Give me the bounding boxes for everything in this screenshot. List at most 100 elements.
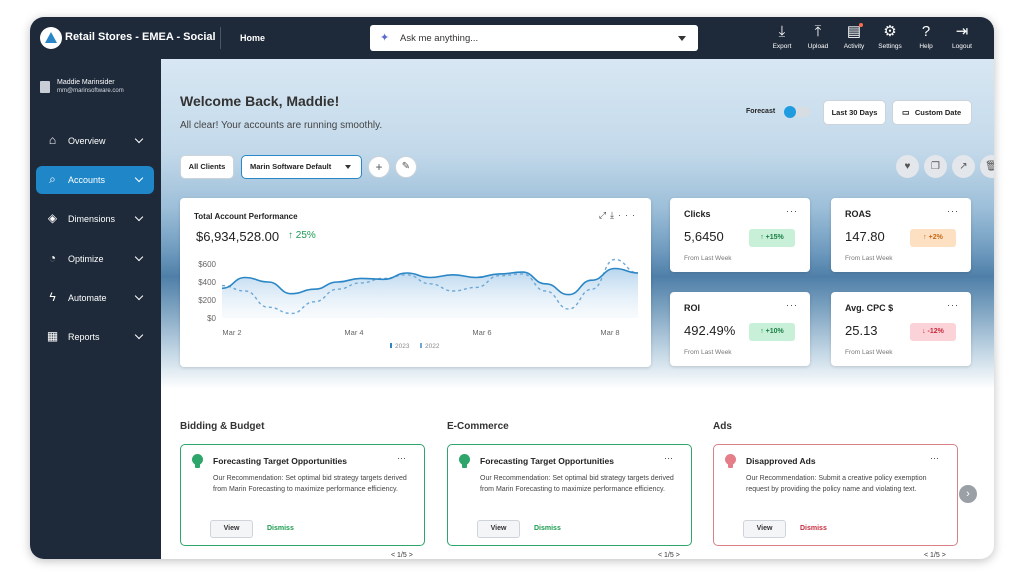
metric-label: ROAS [845,209,871,219]
more-icon[interactable]: ··· [930,453,939,463]
trash-icon: 🗑 [985,161,994,172]
home-link[interactable]: Home [240,33,265,43]
metric-footer: From Last Week [845,255,893,262]
chevron-down-icon [135,331,143,339]
activity-button[interactable]: ▤ Activity [836,22,872,50]
metric-card-clicks: Clicks ··· 5,6450 ↑ +15% From Last Week [670,198,810,272]
sidebar-item-dimensions[interactable]: ◈ Dimensions [36,205,154,233]
metric-footer: From Last Week [845,349,893,356]
chevron-down-icon [135,253,143,261]
app-logo-icon[interactable] [40,27,62,49]
status-message: All clear! Your accounts are running smo… [180,120,382,131]
sidebar-item-overview[interactable]: ⌂ Overview [36,127,154,155]
next-arrow-button[interactable]: › [959,485,977,503]
metric-label: ROI [684,303,700,313]
pager[interactable]: < 1/5 > [391,552,413,559]
last-30-days-button[interactable]: Last 30 Days [823,100,886,125]
metric-change: +2% [929,234,943,241]
sidebar-item-automate[interactable]: ϟ Automate [36,284,154,312]
view-button[interactable]: View [477,520,520,538]
x-tick-label: Mar 6 [472,328,491,337]
sidebar-item-optimize[interactable]: ◔ Optimize [36,245,154,273]
metric-change-badge: ↓ -12% [910,323,956,341]
app-title[interactable]: Retail Stores - EMEA - Social [65,31,216,43]
logout-icon: ⇥ [944,22,980,41]
metric-value: 147.80 [845,229,885,244]
pager[interactable]: < 1/5 > [658,552,680,559]
dismiss-button[interactable]: Dismiss [267,525,294,532]
user-email: mm@marinsoftware.com [57,88,124,94]
ask-anything-search[interactable]: ✦ Ask me anything... [370,25,698,51]
edit-button[interactable]: ✎ [395,156,417,178]
help-icon: ? [908,22,944,41]
lightbulb-icon [192,454,203,465]
copy-button[interactable]: ❐ [924,155,947,178]
user-name: Maddie Marinsider [57,79,115,86]
view-button[interactable]: View [210,520,253,538]
x-tick-label: Mar 2 [222,328,241,337]
activity-icon: ▤ [836,22,872,41]
dismiss-button[interactable]: Dismiss [800,525,827,532]
top-toolbar: ⤓ Export ⤒ Upload ▤ Activity ⚙ Settings … [764,22,980,50]
x-tick-label: Mar 4 [344,328,363,337]
settings-button[interactable]: ⚙ Settings [872,22,908,50]
recommendation-card: Disapproved Ads ··· Our Recommendation: … [713,444,958,546]
more-icon[interactable]: ··· [786,300,798,310]
home-icon: ⌂ [45,133,60,148]
more-icon[interactable]: ··· [786,206,798,216]
view-button[interactable]: View [743,520,786,538]
metric-value: 5,6450 [684,229,724,244]
help-label: Help [908,43,944,50]
recommendation-title: Forecasting Target Opportunities [480,456,614,466]
help-button[interactable]: ? Help [908,22,944,50]
metric-value: 25.13 [845,323,878,338]
forecast-toggle[interactable] [785,107,810,117]
logout-label: Logout [944,43,980,50]
metric-label: Avg. CPC $ [845,303,893,313]
all-clients-button[interactable]: All Clients [180,155,234,179]
legend-swatch [390,343,392,348]
recommendation-card: Forecasting Target Opportunities ··· Our… [447,444,692,546]
export-label: Export [764,43,800,50]
upload-button[interactable]: ⤒ Upload [800,22,836,50]
logout-button[interactable]: ⇥ Logout [944,22,980,50]
view-select[interactable]: Marin Software Default [241,155,362,179]
performance-card: Total Account Performance $6,934,528.00 … [180,198,651,367]
chevron-down-icon[interactable] [678,36,686,41]
metric-card-roas: ROAS ··· 147.80 ↑ +2% From Last Week [831,198,971,272]
more-icon[interactable]: ··· [947,206,959,216]
more-icon[interactable]: ··· [947,300,959,310]
add-button[interactable]: + [368,156,390,178]
sparkle-icon: ✦ [380,31,389,44]
metric-change: -12% [928,328,944,335]
metric-change-badge: ↑ +2% [910,229,956,247]
sidebar-item-accounts[interactable]: ⌕ Accounts [36,166,154,194]
share-button[interactable]: ↗ [952,155,975,178]
chevron-down-icon [135,174,143,182]
y-tick-label: $600 [198,260,216,269]
metric-change-badge: ↑ +15% [749,229,795,247]
pager[interactable]: < 1/5 > [924,552,946,559]
sidebar-item-reports[interactable]: ▦ Reports [36,323,154,351]
metric-footer: From Last Week [684,255,732,262]
recommendation-title: Disapproved Ads [746,456,816,466]
more-icon[interactable]: ··· [664,453,673,463]
more-icon[interactable]: ··· [397,453,406,463]
metric-card-avg-cpc: Avg. CPC $ ··· 25.13 ↓ -12% From Last We… [831,292,971,366]
recommendation-title: Forecasting Target Opportunities [213,456,347,466]
avatar-icon [40,81,50,93]
y-tick-label: $200 [198,296,216,305]
chevron-down-icon [345,165,351,169]
export-button[interactable]: ⤓ Export [764,22,800,50]
legend-label: 2023 [395,343,410,350]
calendar-icon: ▭ [902,101,910,124]
dismiss-button[interactable]: Dismiss [534,525,561,532]
main-content: Welcome Back, Maddie! All clear! Your ac… [161,59,994,559]
section-title-ecommerce: E-Commerce [447,421,509,432]
recommendation-card: Forecasting Target Opportunities ··· Our… [180,444,425,546]
custom-date-button[interactable]: ▭ Custom Date [892,100,972,125]
recommendation-text: Our Recommendation: Submit a creative po… [746,474,941,495]
upload-icon: ⤒ [800,22,836,41]
favorite-button[interactable]: ♥ [896,155,919,178]
section-title-bidding: Bidding & Budget [180,421,264,432]
